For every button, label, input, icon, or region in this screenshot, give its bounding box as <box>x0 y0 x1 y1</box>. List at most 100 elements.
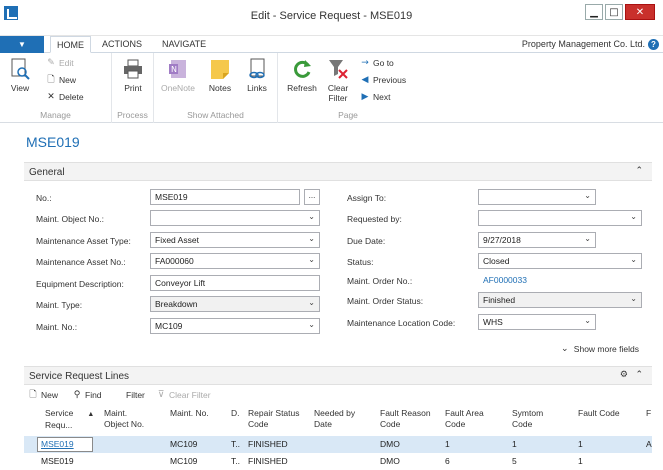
requested-by-dropdown[interactable]: ⌄ <box>478 210 642 226</box>
refresh-button[interactable]: Refresh <box>284 57 320 93</box>
maint-no-dropdown[interactable]: MC109 ⌄ <box>150 318 320 334</box>
order-no-link[interactable]: AF0000033 <box>478 272 596 288</box>
table-row[interactable]: MSE019 MC109 T.. FINISHED DMO 1 1 1 A <box>24 436 652 453</box>
lines-section-header[interactable]: Service Request Lines ⚙ ⌃ <box>24 366 652 385</box>
note-icon <box>209 57 231 81</box>
chevron-down-icon: ⌄ <box>630 255 637 264</box>
column-header-maint-object[interactable]: Maint. Object No. <box>104 408 144 430</box>
previous-button[interactable]: ◀ Previous <box>360 75 407 85</box>
asset-type-label: Maintenance Asset Type: <box>36 236 131 246</box>
chevron-down-icon: ⌄ <box>308 212 315 221</box>
column-header-fault-area[interactable]: Fault Area Code <box>445 408 484 430</box>
status-dropdown[interactable]: Closed ⌄ <box>478 253 642 269</box>
due-date-field[interactable]: 9/27/2018 ⌄ <box>478 232 596 248</box>
maint-no-value: MC109 <box>155 321 183 331</box>
assign-to-dropdown[interactable]: ⌄ <box>478 189 596 205</box>
onenote-button[interactable]: N OneNote <box>160 57 196 93</box>
cell-symptom[interactable]: 5 <box>512 456 517 466</box>
no-field[interactable]: MSE019 <box>150 189 300 205</box>
delete-label: Delete <box>59 92 84 102</box>
col-label: Code <box>380 419 401 429</box>
location-label: Maintenance Location Code: <box>347 318 456 328</box>
no-assist-button[interactable]: ... <box>304 189 320 205</box>
cell-repair-status[interactable]: FINISHED <box>248 456 288 466</box>
clear-filter-button[interactable]: Clear Filter <box>320 57 356 103</box>
maximize-button[interactable]: □ <box>605 4 623 20</box>
tab-navigate[interactable]: NAVIGATE <box>156 36 212 53</box>
order-status-dropdown[interactable]: Finished ⌄ <box>478 292 642 308</box>
location-dropdown[interactable]: WHS ⌄ <box>478 314 596 330</box>
cell-symptom[interactable]: 1 <box>512 439 517 449</box>
cell-repair-status[interactable]: FINISHED <box>248 439 288 449</box>
cell-d[interactable]: T.. <box>231 439 240 449</box>
cell-fault-area[interactable]: 6 <box>445 456 450 466</box>
order-status-value: Finished <box>483 295 516 305</box>
cell-maint-no[interactable]: MC109 <box>170 439 197 449</box>
maint-object-dropdown[interactable]: ⌄ <box>150 210 320 226</box>
view-button[interactable]: View <box>2 57 38 93</box>
settings-icon[interactable]: ⚙ <box>620 370 628 380</box>
delete-button[interactable]: ✕ Delete <box>46 92 84 102</box>
lines-filter-button[interactable]: Filter <box>126 390 145 400</box>
cell-service-request[interactable]: MSE019 <box>41 439 74 449</box>
tab-actions[interactable]: ACTIONS <box>96 36 148 53</box>
sort-asc-icon: ▲ <box>87 411 95 418</box>
close-button[interactable]: ✕ <box>625 4 655 20</box>
column-header-maint-no[interactable]: Maint. No. <box>170 408 209 419</box>
col-label: Needed by <box>314 408 356 418</box>
links-button[interactable]: Links <box>239 57 275 93</box>
cell-fault-area[interactable]: 1 <box>445 439 450 449</box>
cell-d[interactable]: T.. <box>231 456 240 466</box>
onenote-icon: N <box>167 57 189 81</box>
column-header-repair-status[interactable]: Repair Status Code <box>248 408 300 430</box>
cell-fault-reason[interactable]: DMO <box>380 439 400 449</box>
col-label: Fault Reason <box>380 408 431 418</box>
cell-service-request[interactable]: MSE019 <box>41 456 74 466</box>
column-header-needed-by[interactable]: Needed by Date <box>314 408 355 430</box>
column-header-fault-code[interactable]: Fault Code <box>578 408 620 419</box>
maint-object-label: Maint. Object No.: <box>36 214 105 224</box>
general-section-header[interactable]: General ⌃ <box>24 162 652 181</box>
next-button[interactable]: ▶ Next <box>360 92 391 102</box>
new-button[interactable]: 🗋 New <box>46 75 76 85</box>
edit-button[interactable]: ✎ Edit <box>46 58 73 68</box>
print-button[interactable]: Print <box>115 57 151 93</box>
order-status-label: Maint. Order Status: <box>347 296 424 306</box>
col-label: Code <box>445 419 466 429</box>
lines-new-button[interactable]: 🗋 New <box>28 390 58 400</box>
equipment-field[interactable]: Conveyor Lift <box>150 275 320 291</box>
column-header-symptom[interactable]: Symtom Code <box>512 408 543 430</box>
order-no-label: Maint. Order No.: <box>347 276 413 286</box>
clear-filter-label-1: Clear <box>327 83 349 93</box>
cell-fault-reason[interactable]: DMO <box>380 456 400 466</box>
help-icon[interactable]: ? <box>648 39 659 50</box>
lines-find-button[interactable]: ⚲ Find <box>72 390 102 400</box>
notes-button[interactable]: Notes <box>202 57 238 93</box>
asset-no-dropdown[interactable]: FA000060 ⌄ <box>150 253 320 269</box>
minimize-button[interactable]: ▁ <box>585 4 603 20</box>
tab-home[interactable]: HOME <box>50 36 91 53</box>
lines-clear-filter-button[interactable]: ⊽ Clear Filter <box>156 390 211 400</box>
column-header-f[interactable]: F <box>646 408 651 419</box>
cell-fault-code[interactable]: 1 <box>578 439 583 449</box>
lines-section-title: Service Request Lines <box>29 371 130 382</box>
view-icon <box>9 57 31 81</box>
file-menu-button[interactable]: ▼ <box>0 36 44 53</box>
cell-fault-code[interactable]: 1 <box>578 456 583 466</box>
show-more-fields-button[interactable]: ⌄ Show more fields <box>560 344 639 354</box>
page-title: MSE019 <box>26 134 80 150</box>
cell-maint-no[interactable]: MC109 <box>170 456 197 466</box>
collapse-icon[interactable]: ⌃ <box>635 370 643 380</box>
go-to-button[interactable]: → Go to <box>360 58 394 68</box>
col-label: Code <box>248 419 269 429</box>
location-value: WHS <box>483 317 503 327</box>
collapse-icon[interactable]: ⌃ <box>635 166 643 176</box>
column-header-fault-reason[interactable]: Fault Reason Code <box>380 408 431 430</box>
cell-f[interactable]: A <box>646 439 652 449</box>
asset-type-dropdown[interactable]: Fixed Asset ⌄ <box>150 232 320 248</box>
pencil-icon: ✎ <box>47 58 55 68</box>
column-header-service-request[interactable]: Service ▲ Requ... <box>45 408 94 431</box>
maint-type-dropdown[interactable]: Breakdown ⌄ <box>150 296 320 312</box>
table-row[interactable]: MSE019 MC109 T.. FINISHED DMO 6 5 1 <box>24 453 652 470</box>
column-header-d[interactable]: D. <box>231 408 240 419</box>
